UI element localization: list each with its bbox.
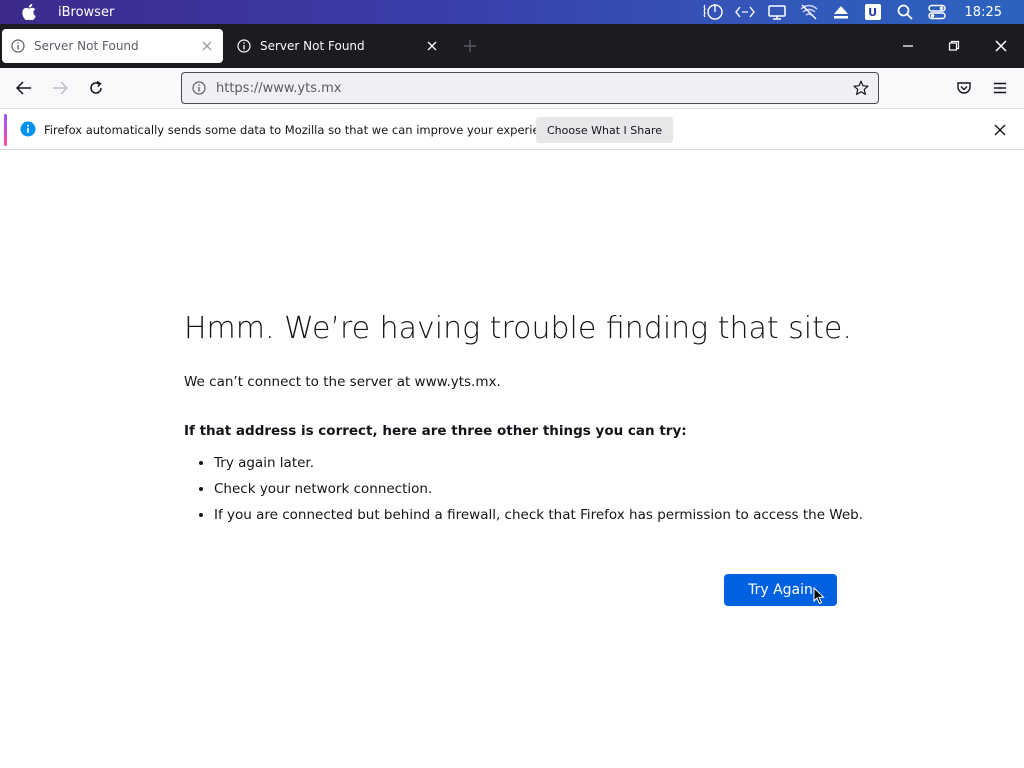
notification-accent xyxy=(4,114,7,146)
search-icon[interactable] xyxy=(894,0,916,24)
error-container: Hmm. We’re having trouble finding that s… xyxy=(184,311,864,533)
list-item: Try again later. xyxy=(214,455,864,471)
close-tab-icon[interactable] xyxy=(197,36,217,56)
hamburger-menu-icon[interactable] xyxy=(986,74,1014,102)
close-tab-icon[interactable] xyxy=(422,36,442,56)
info-filled-icon xyxy=(20,121,36,137)
nav-toolbar xyxy=(0,68,1024,109)
apple-icon[interactable] xyxy=(20,3,38,21)
new-tab-plus-icon[interactable] xyxy=(458,34,482,58)
notification-message: Firefox automatically sends some data to… xyxy=(44,123,564,137)
info-icon xyxy=(10,38,26,54)
close-notification-icon[interactable] xyxy=(990,120,1010,140)
close-window-icon[interactable] xyxy=(978,24,1024,68)
tab-title: Server Not Found xyxy=(34,39,139,53)
control-center-icon[interactable] xyxy=(926,0,948,24)
status-tray: U 18:25 xyxy=(697,0,1024,24)
notification-bar: Firefox automatically sends some data to… xyxy=(0,110,1024,150)
app-name[interactable]: iBrowser xyxy=(58,5,114,20)
url-bar[interactable] xyxy=(181,72,879,104)
clock[interactable]: 18:25 xyxy=(965,5,1002,20)
wifi-off-icon[interactable] xyxy=(798,0,820,24)
list-item: Check your network connection. xyxy=(214,481,864,497)
system-menubar: iBrowser U 18:25 xyxy=(0,0,1024,24)
error-lead: If that address is correct, here are thr… xyxy=(184,423,687,439)
restore-icon[interactable] xyxy=(931,24,977,68)
page-content: Hmm. We’re having trouble finding that s… xyxy=(0,151,1024,768)
pocket-icon[interactable] xyxy=(950,74,978,102)
forward-arrow-icon[interactable] xyxy=(46,74,74,102)
code-icon[interactable] xyxy=(734,0,756,24)
error-subtitle: We can’t connect to the server at www.yt… xyxy=(184,374,501,390)
tab-active[interactable]: Server Not Found xyxy=(2,29,223,63)
power-icon[interactable] xyxy=(702,0,724,24)
reload-icon[interactable] xyxy=(82,74,110,102)
display-icon[interactable] xyxy=(766,0,788,24)
site-info-icon[interactable] xyxy=(190,79,208,97)
suggestion-list: Try again later. Check your network conn… xyxy=(214,455,864,523)
minimize-icon[interactable] xyxy=(885,24,931,68)
tab-title: Server Not Found xyxy=(260,39,365,53)
eject-icon[interactable] xyxy=(830,0,852,24)
error-title: Hmm. We’re having trouble finding that s… xyxy=(184,311,852,346)
bookmark-star-icon[interactable] xyxy=(850,77,872,99)
url-input[interactable] xyxy=(216,80,850,96)
user-badge-icon[interactable]: U xyxy=(862,0,884,24)
back-arrow-icon[interactable] xyxy=(10,74,38,102)
list-item: If you are connected but behind a firewa… xyxy=(214,507,864,523)
tab-strip: Server Not Found Server Not Found xyxy=(0,24,1024,68)
tab-inactive[interactable]: Server Not Found xyxy=(228,29,448,63)
info-icon xyxy=(236,38,252,54)
choose-what-i-share-button[interactable]: Choose What I Share xyxy=(536,117,673,143)
cursor-arrow-icon xyxy=(813,586,827,605)
